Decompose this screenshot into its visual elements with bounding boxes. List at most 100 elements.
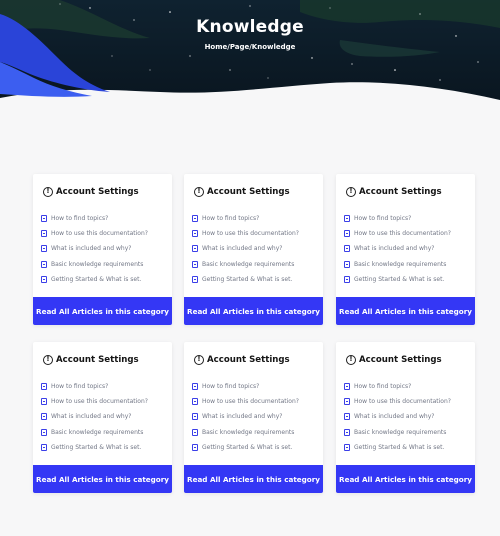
article-link[interactable]: What is included and why?	[354, 245, 434, 252]
article-link[interactable]: Getting Started & What is set.	[202, 444, 292, 451]
list-item[interactable]: How to find topics?	[344, 211, 451, 226]
article-link[interactable]: Basic knowledge requirements	[202, 429, 294, 436]
list-item[interactable]: How to find topics?	[192, 379, 299, 394]
list-item[interactable]: Basic knowledge requirements	[192, 425, 299, 440]
list-item[interactable]: Getting Started & What is set.	[192, 440, 299, 455]
article-list: How to find topics? How to use this docu…	[41, 211, 148, 287]
document-icon	[41, 260, 47, 268]
article-link[interactable]: What is included and why?	[202, 245, 282, 252]
article-list: How to find topics? How to use this docu…	[192, 379, 299, 455]
list-item[interactable]: How to use this documentation?	[192, 394, 299, 409]
list-item[interactable]: Getting Started & What is set.	[41, 440, 148, 455]
list-item[interactable]: What is included and why?	[344, 409, 451, 424]
read-all-articles-button[interactable]: Read All Articles in this category	[336, 465, 475, 493]
article-link[interactable]: How to find topics?	[51, 215, 108, 222]
info-circle-icon: !	[194, 187, 204, 197]
card-title: Account Settings	[359, 355, 442, 365]
article-link[interactable]: What is included and why?	[354, 413, 434, 420]
breadcrumb: Home/Page/Knowledge	[204, 43, 296, 51]
list-item[interactable]: How to find topics?	[41, 211, 148, 226]
read-all-articles-button[interactable]: Read All Articles in this category	[184, 297, 323, 325]
list-item[interactable]: How to use this documentation?	[41, 226, 148, 241]
article-link[interactable]: What is included and why?	[51, 413, 131, 420]
document-icon	[41, 230, 47, 238]
list-item[interactable]: How to find topics?	[41, 379, 148, 394]
document-icon	[344, 275, 350, 283]
card-header: ! Account Settings	[194, 353, 290, 367]
list-item[interactable]: What is included and why?	[192, 241, 299, 256]
list-item[interactable]: What is included and why?	[344, 241, 451, 256]
article-link[interactable]: How to find topics?	[354, 383, 411, 390]
document-icon	[344, 215, 350, 223]
article-list: How to find topics? How to use this docu…	[344, 211, 451, 287]
list-item[interactable]: Getting Started & What is set.	[41, 272, 148, 287]
article-link[interactable]: Getting Started & What is set.	[202, 276, 292, 283]
article-link[interactable]: Basic knowledge requirements	[354, 261, 446, 268]
read-all-articles-button[interactable]: Read All Articles in this category	[184, 465, 323, 493]
article-list: How to find topics? How to use this docu…	[344, 379, 451, 455]
document-icon	[41, 413, 47, 421]
card-title: Account Settings	[207, 187, 290, 197]
category-card: ! Account Settings How to find topics? H…	[336, 342, 475, 493]
document-icon	[192, 260, 198, 268]
read-all-articles-button[interactable]: Read All Articles in this category	[336, 297, 475, 325]
document-icon	[192, 398, 198, 406]
document-icon	[344, 245, 350, 253]
article-link[interactable]: How to find topics?	[202, 215, 259, 222]
card-header: ! Account Settings	[346, 185, 442, 199]
article-link[interactable]: Basic knowledge requirements	[202, 261, 294, 268]
info-circle-icon: !	[346, 187, 356, 197]
article-link[interactable]: What is included and why?	[51, 245, 131, 252]
list-item[interactable]: Basic knowledge requirements	[344, 425, 451, 440]
article-link[interactable]: Getting Started & What is set.	[354, 276, 444, 283]
article-link[interactable]: How to find topics?	[51, 383, 108, 390]
list-item[interactable]: How to find topics?	[192, 211, 299, 226]
read-all-articles-button[interactable]: Read All Articles in this category	[33, 297, 172, 325]
list-item[interactable]: How to use this documentation?	[192, 226, 299, 241]
document-icon	[41, 215, 47, 223]
list-item[interactable]: How to use this documentation?	[41, 394, 148, 409]
list-item[interactable]: What is included and why?	[41, 241, 148, 256]
list-item[interactable]: How to use this documentation?	[344, 394, 451, 409]
list-item[interactable]: Basic knowledge requirements	[192, 257, 299, 272]
page-title: Knowledge	[196, 17, 304, 37]
article-link[interactable]: How to use this documentation?	[51, 230, 148, 237]
list-item[interactable]: What is included and why?	[192, 409, 299, 424]
document-icon	[41, 275, 47, 283]
document-icon	[41, 245, 47, 253]
document-icon	[41, 398, 47, 406]
article-link[interactable]: Getting Started & What is set.	[51, 276, 141, 283]
read-all-articles-button[interactable]: Read All Articles in this category	[33, 465, 172, 493]
list-item[interactable]: How to use this documentation?	[344, 226, 451, 241]
list-item[interactable]: Basic knowledge requirements	[344, 257, 451, 272]
article-link[interactable]: What is included and why?	[202, 413, 282, 420]
article-link[interactable]: How to use this documentation?	[51, 398, 148, 405]
article-link[interactable]: How to find topics?	[354, 215, 411, 222]
article-link[interactable]: Basic knowledge requirements	[51, 429, 143, 436]
article-link[interactable]: How to use this documentation?	[354, 230, 451, 237]
article-link[interactable]: Getting Started & What is set.	[354, 444, 444, 451]
card-title: Account Settings	[359, 187, 442, 197]
list-item[interactable]: Basic knowledge requirements	[41, 425, 148, 440]
article-link[interactable]: How to use this documentation?	[202, 230, 299, 237]
article-link[interactable]: How to use this documentation?	[354, 398, 451, 405]
article-list: How to find topics? How to use this docu…	[192, 211, 299, 287]
list-item[interactable]: Getting Started & What is set.	[192, 272, 299, 287]
card-title: Account Settings	[207, 355, 290, 365]
list-item[interactable]: Basic knowledge requirements	[41, 257, 148, 272]
article-list: How to find topics? How to use this docu…	[41, 379, 148, 455]
article-link[interactable]: How to use this documentation?	[202, 398, 299, 405]
list-item[interactable]: What is included and why?	[41, 409, 148, 424]
article-link[interactable]: How to find topics?	[202, 383, 259, 390]
document-icon	[192, 428, 198, 436]
info-circle-icon: !	[43, 187, 53, 197]
list-item[interactable]: Getting Started & What is set.	[344, 272, 451, 287]
list-item[interactable]: How to find topics?	[344, 379, 451, 394]
article-link[interactable]: Basic knowledge requirements	[354, 429, 446, 436]
document-icon	[192, 275, 198, 283]
article-link[interactable]: Getting Started & What is set.	[51, 444, 141, 451]
category-card: ! Account Settings How to find topics? H…	[336, 174, 475, 325]
list-item[interactable]: Getting Started & What is set.	[344, 440, 451, 455]
article-link[interactable]: Basic knowledge requirements	[51, 261, 143, 268]
card-header: ! Account Settings	[43, 185, 139, 199]
